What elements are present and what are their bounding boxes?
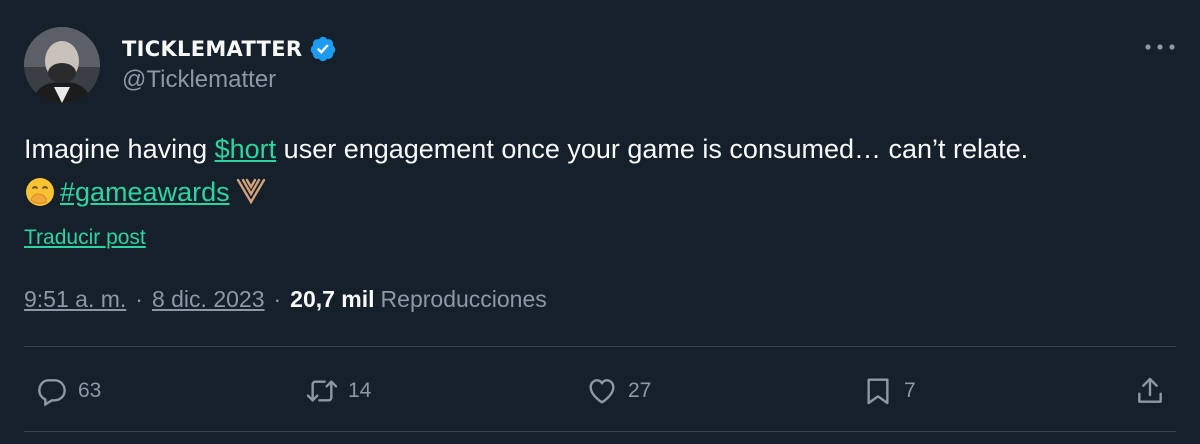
hand-over-mouth-emoji — [26, 178, 54, 206]
divider — [24, 346, 1176, 347]
tweet-time[interactable]: 9:51 a. m. — [24, 286, 126, 313]
views-label: Reproducciones — [380, 286, 547, 312]
retweet-button[interactable]: 14 — [306, 368, 371, 414]
like-count: 27 — [628, 379, 652, 402]
like-button[interactable]: 27 — [586, 368, 651, 414]
reply-count: 63 — [78, 379, 102, 402]
retweet-count: 14 — [348, 379, 372, 402]
share-button[interactable] — [1134, 368, 1176, 414]
bookmark-icon — [867, 378, 889, 405]
more-options-icon[interactable] — [1142, 40, 1178, 54]
display-name[interactable]: TICKLEMATTER — [122, 37, 302, 61]
verified-badge-icon[interactable] — [309, 35, 337, 63]
avatar-photo — [24, 27, 100, 103]
tweet-actions: 63 14 27 7 — [0, 368, 1200, 414]
cashtag-link[interactable]: $hort — [215, 134, 277, 164]
heart-icon — [589, 379, 615, 404]
author-name-row: TICKLEMATTER — [122, 32, 337, 66]
reply-icon — [38, 379, 66, 407]
bookmark-count: 7 — [904, 379, 916, 402]
tweet-text: Imagine having — [24, 134, 215, 164]
translate-post-link[interactable]: Traducir post — [24, 226, 146, 250]
tweet-date[interactable]: 8 dic. 2023 — [152, 286, 265, 313]
share-icon — [1138, 377, 1162, 403]
hashtag-link[interactable]: #gameawards — [60, 177, 230, 208]
meta-separator: · — [135, 286, 143, 312]
divider — [24, 431, 1176, 432]
tweet-text-line-2: #gameawards — [24, 176, 268, 208]
tweet-text: user engagement once your game is consum… — [276, 134, 1029, 164]
retweet-icon — [306, 380, 338, 402]
tweet: TICKLEMATTER @Ticklematter Imagine havin… — [0, 0, 1200, 444]
views-count[interactable]: 20,7 mil — [290, 286, 374, 313]
author-handle[interactable]: @Ticklematter — [122, 66, 276, 94]
avatar[interactable] — [24, 27, 100, 103]
game-awards-logo-emoji — [236, 178, 265, 205]
meta-separator: · — [273, 286, 282, 312]
tweet-meta: 9:51 a. m. · 8 dic. 2023 · 20,7 mil Repr… — [24, 286, 547, 313]
reply-button[interactable]: 63 — [36, 368, 101, 414]
bookmark-button[interactable]: 7 — [862, 368, 916, 414]
tweet-text-line-1: Imagine having $hort user engagement onc… — [24, 134, 1028, 165]
